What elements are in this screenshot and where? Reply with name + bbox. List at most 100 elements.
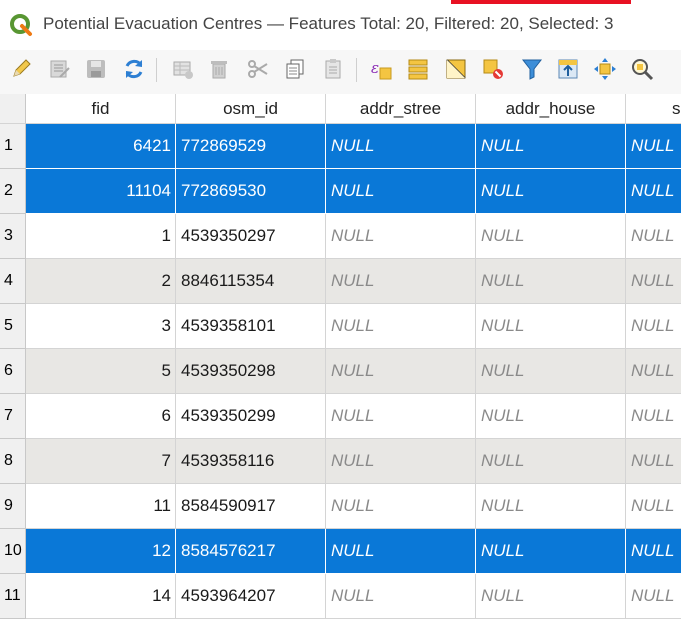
filter-icon[interactable] xyxy=(519,56,545,82)
table-row[interactable]: 11 8584590917 NULL NULL NULL xyxy=(26,484,681,529)
table-row[interactable]: 3 4539358101 NULL NULL NULL xyxy=(26,304,681,349)
cell-s[interactable]: NULL xyxy=(626,484,681,529)
cell-osm-id[interactable]: 8584576217 xyxy=(176,529,326,574)
cell-fid[interactable]: 2 xyxy=(26,259,176,304)
row-number[interactable]: 2 xyxy=(0,169,26,214)
cell-osm-id[interactable]: 4539358116 xyxy=(176,439,326,484)
add-feature-icon[interactable] xyxy=(170,56,196,82)
toggle-editing-icon[interactable] xyxy=(8,56,34,82)
column-header-osm-id[interactable]: osm_id xyxy=(176,94,326,124)
cell-fid[interactable]: 3 xyxy=(26,304,176,349)
column-header-addr-stree[interactable]: addr_stree xyxy=(326,94,476,124)
row-number[interactable]: 7 xyxy=(0,394,26,439)
cell-fid[interactable]: 6 xyxy=(26,394,176,439)
row-number[interactable]: 10 xyxy=(0,529,26,574)
table-row[interactable]: 2 8846115354 NULL NULL NULL xyxy=(26,259,681,304)
save-edits-icon[interactable] xyxy=(83,56,109,82)
zoom-to-selection-icon[interactable] xyxy=(629,56,655,82)
paste-icon[interactable] xyxy=(320,56,346,82)
cell-addr-house[interactable]: NULL xyxy=(476,529,626,574)
row-number[interactable]: 5 xyxy=(0,304,26,349)
table-row[interactable]: 6421 772869529 NULL NULL NULL xyxy=(26,124,681,169)
cell-s[interactable]: NULL xyxy=(626,304,681,349)
cell-addr-stree[interactable]: NULL xyxy=(326,259,476,304)
row-number[interactable]: 11 xyxy=(0,574,26,619)
row-number[interactable]: 9 xyxy=(0,484,26,529)
cell-addr-stree[interactable]: NULL xyxy=(326,529,476,574)
move-selection-top-icon[interactable] xyxy=(555,56,581,82)
cell-s[interactable]: NULL xyxy=(626,124,681,169)
copy-icon[interactable] xyxy=(282,56,308,82)
multi-edit-icon[interactable] xyxy=(47,56,73,82)
cell-addr-house[interactable]: NULL xyxy=(476,304,626,349)
cell-addr-house[interactable]: NULL xyxy=(476,484,626,529)
table-row[interactable]: 5 4539350298 NULL NULL NULL xyxy=(26,349,681,394)
cell-fid[interactable]: 7 xyxy=(26,439,176,484)
cell-addr-stree[interactable]: NULL xyxy=(326,304,476,349)
cell-osm-id[interactable]: 772869530 xyxy=(176,169,326,214)
cell-addr-house[interactable]: NULL xyxy=(476,439,626,484)
cell-addr-stree[interactable]: NULL xyxy=(326,439,476,484)
cell-addr-house[interactable]: NULL xyxy=(476,124,626,169)
column-header-fid[interactable]: fid xyxy=(26,94,176,124)
cell-s[interactable]: NULL xyxy=(626,529,681,574)
table-row[interactable]: 11104 772869530 NULL NULL NULL xyxy=(26,169,681,214)
table-row[interactable]: 12 8584576217 NULL NULL NULL xyxy=(26,529,681,574)
table-row[interactable]: 6 4539350299 NULL NULL NULL xyxy=(26,394,681,439)
select-all-icon[interactable] xyxy=(405,56,431,82)
cell-s[interactable]: NULL xyxy=(626,169,681,214)
cell-addr-stree[interactable]: NULL xyxy=(326,169,476,214)
column-header-s[interactable]: s xyxy=(626,94,681,124)
cell-addr-house[interactable]: NULL xyxy=(476,394,626,439)
expression-select-icon[interactable]: ε xyxy=(368,56,394,82)
table-row[interactable]: 14 4593964207 NULL NULL NULL xyxy=(26,574,681,619)
cell-fid[interactable]: 14 xyxy=(26,574,176,619)
delete-feature-icon[interactable] xyxy=(206,56,232,82)
cell-osm-id[interactable]: 4539358101 xyxy=(176,304,326,349)
cell-addr-house[interactable]: NULL xyxy=(476,169,626,214)
cell-fid[interactable]: 11104 xyxy=(26,169,176,214)
column-header-addr-house[interactable]: addr_house xyxy=(476,94,626,124)
cell-addr-stree[interactable]: NULL xyxy=(326,574,476,619)
cell-fid[interactable]: 12 xyxy=(26,529,176,574)
cell-addr-stree[interactable]: NULL xyxy=(326,214,476,259)
cell-s[interactable]: NULL xyxy=(626,439,681,484)
cell-addr-stree[interactable]: NULL xyxy=(326,124,476,169)
cell-s[interactable]: NULL xyxy=(626,259,681,304)
cell-addr-stree[interactable]: NULL xyxy=(326,484,476,529)
row-number[interactable]: 4 xyxy=(0,259,26,304)
cell-addr-house[interactable]: NULL xyxy=(476,574,626,619)
table-row[interactable]: 1 4539350297 NULL NULL NULL xyxy=(26,214,681,259)
row-number[interactable]: 1 xyxy=(0,124,26,169)
cell-osm-id[interactable]: 4539350298 xyxy=(176,349,326,394)
cell-osm-id[interactable]: 772869529 xyxy=(176,124,326,169)
cell-s[interactable]: NULL xyxy=(626,349,681,394)
cell-osm-id[interactable]: 8584590917 xyxy=(176,484,326,529)
cell-fid[interactable]: 6421 xyxy=(26,124,176,169)
cell-fid[interactable]: 5 xyxy=(26,349,176,394)
cell-addr-stree[interactable]: NULL xyxy=(326,394,476,439)
pan-to-selection-icon[interactable] xyxy=(592,56,618,82)
corner-header[interactable] xyxy=(0,94,26,124)
cell-addr-house[interactable]: NULL xyxy=(476,349,626,394)
cell-s[interactable]: NULL xyxy=(626,214,681,259)
table-row[interactable]: 7 4539358116 NULL NULL NULL xyxy=(26,439,681,484)
invert-selection-icon[interactable] xyxy=(443,56,469,82)
cell-osm-id[interactable]: 4539350297 xyxy=(176,214,326,259)
row-number[interactable]: 6 xyxy=(0,349,26,394)
row-number[interactable]: 3 xyxy=(0,214,26,259)
cut-icon[interactable] xyxy=(245,56,271,82)
row-number[interactable]: 8 xyxy=(0,439,26,484)
cell-osm-id[interactable]: 8846115354 xyxy=(176,259,326,304)
cell-s[interactable]: NULL xyxy=(626,574,681,619)
cell-addr-house[interactable]: NULL xyxy=(476,214,626,259)
cell-osm-id[interactable]: 4539350299 xyxy=(176,394,326,439)
cell-osm-id[interactable]: 4593964207 xyxy=(176,574,326,619)
cell-s[interactable]: NULL xyxy=(626,394,681,439)
cell-addr-stree[interactable]: NULL xyxy=(326,349,476,394)
close-button-strip[interactable] xyxy=(451,0,631,4)
cell-fid[interactable]: 1 xyxy=(26,214,176,259)
cell-fid[interactable]: 11 xyxy=(26,484,176,529)
deselect-all-icon[interactable] xyxy=(480,56,506,82)
reload-icon[interactable] xyxy=(121,56,147,82)
